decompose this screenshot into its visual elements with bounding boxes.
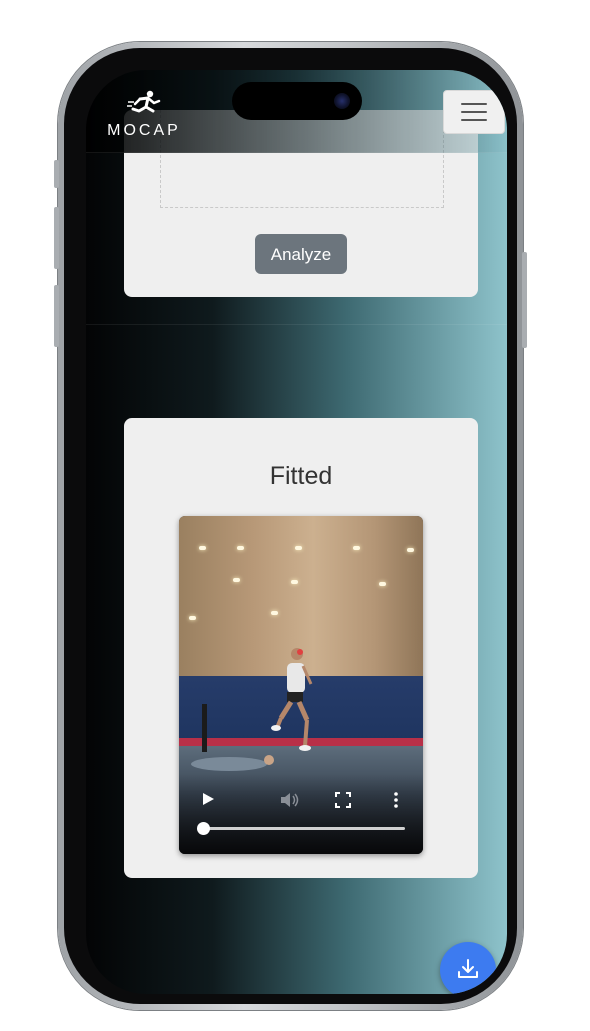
hamburger-menu-icon: [461, 103, 487, 105]
brand-logo[interactable]: MOCAP: [104, 90, 184, 140]
hamburger-menu-icon: [461, 111, 487, 113]
menu-toggle-button[interactable]: [443, 90, 505, 134]
video-controls-overlay: [179, 774, 423, 854]
phone-side-button: [522, 252, 527, 348]
volume-icon[interactable]: [280, 792, 300, 808]
video-progress-knob[interactable]: [197, 822, 210, 835]
phone-side-button: [54, 285, 59, 347]
download-icon: [458, 959, 478, 978]
running-figure-icon: [127, 90, 161, 113]
download-button[interactable]: [440, 942, 496, 994]
hamburger-menu-icon: [461, 119, 487, 121]
analyze-button[interactable]: Analyze: [255, 234, 347, 274]
more-options-icon[interactable]: [393, 792, 399, 808]
phone-frame: Analyze Fitted MOCAP: [54, 42, 527, 1010]
dynamic-island: [232, 82, 362, 120]
fitted-video-player[interactable]: [179, 516, 423, 854]
section-divider: [86, 324, 507, 325]
phone-side-button: [54, 160, 59, 188]
play-icon[interactable]: [201, 792, 215, 806]
fullscreen-icon[interactable]: [335, 792, 351, 808]
app-screen: Analyze Fitted MOCAP: [86, 70, 507, 994]
brand-name: MOCAP: [107, 122, 181, 139]
phone-side-button: [54, 207, 59, 269]
camera-icon: [334, 93, 350, 109]
phone-bezel: Analyze Fitted MOCAP: [64, 48, 517, 1004]
video-progress-bar[interactable]: [197, 822, 405, 835]
result-title: Fitted: [269, 462, 333, 490]
result-card: Fitted: [124, 418, 478, 878]
